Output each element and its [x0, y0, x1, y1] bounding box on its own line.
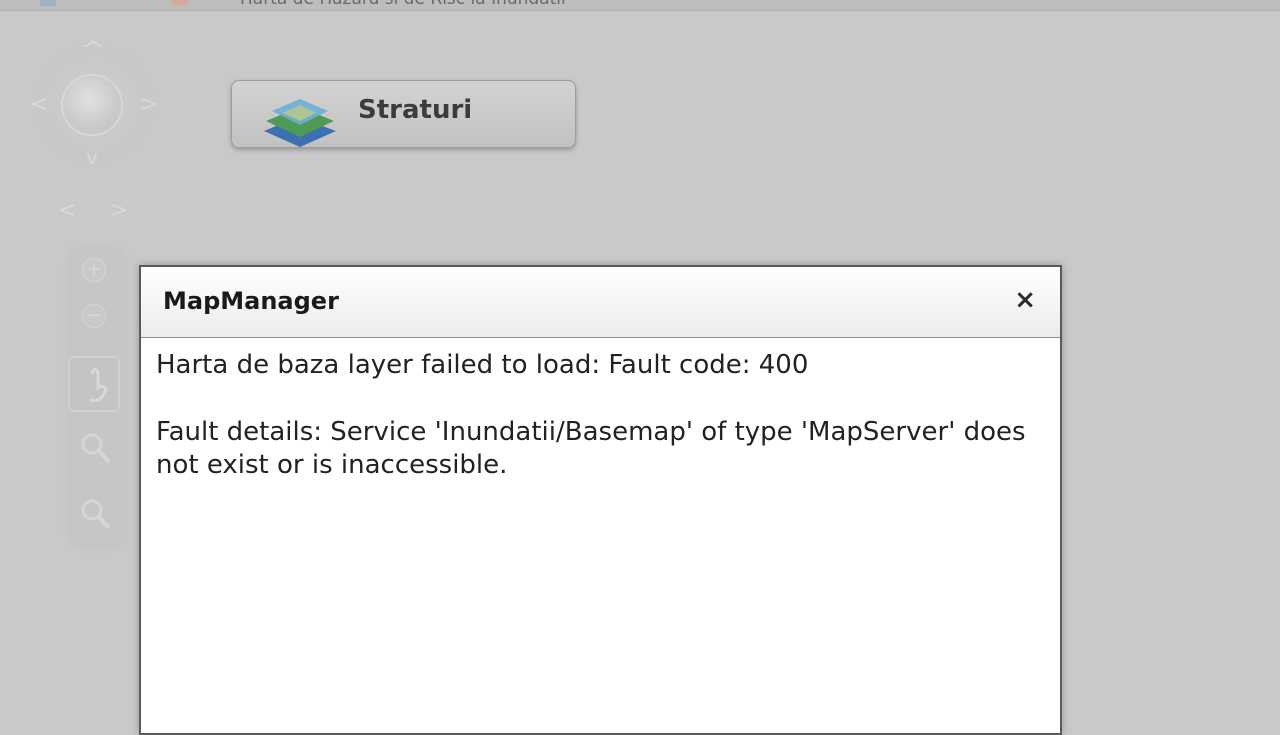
dialog-header: MapManager × — [141, 267, 1060, 338]
close-icon[interactable]: × — [1014, 287, 1036, 313]
error-dialog: MapManager × Harta de baza layer failed … — [139, 265, 1062, 735]
layers-button-label: Straturi — [358, 95, 473, 125]
flag-icon — [172, 0, 188, 6]
app-logo-icon — [40, 0, 56, 6]
dialog-title: MapManager — [163, 287, 339, 315]
next-extent-button[interactable]: > — [110, 200, 128, 222]
layers-icon — [264, 99, 336, 147]
dialog-body: Harta de baza layer failed to load: Faul… — [156, 349, 1046, 482]
pan-down-button[interactable]: v — [86, 146, 98, 168]
fault-details: Fault details: Service 'Inundatii/Basema… — [156, 417, 1026, 480]
app-title: Harta de Hazard si de Risc la Inundatii — [240, 0, 566, 9]
pan-hand-tool[interactable] — [68, 356, 120, 412]
hand-icon — [89, 368, 108, 403]
layers-button[interactable]: Straturi — [231, 80, 576, 148]
zoom-out-button[interactable]: − — [82, 304, 106, 328]
zoom-in-tool[interactable] — [78, 430, 112, 466]
error-message: Harta de baza layer failed to load: Faul… — [156, 350, 809, 380]
pan-left-button[interactable]: < — [30, 94, 48, 116]
zoom-in-button[interactable]: + — [82, 258, 106, 282]
previous-extent-button[interactable]: < — [58, 200, 76, 222]
magnifier-plus-icon — [81, 433, 111, 464]
pan-center-button[interactable] — [61, 74, 123, 136]
pan-up-button[interactable]: ^ — [80, 40, 106, 62]
pan-right-button[interactable]: > — [140, 94, 158, 116]
magnifier-minus-icon — [81, 499, 111, 530]
zoom-out-tool[interactable] — [78, 496, 112, 532]
top-bar: Harta de Hazard si de Risc la Inundatii — [0, 0, 1280, 11]
